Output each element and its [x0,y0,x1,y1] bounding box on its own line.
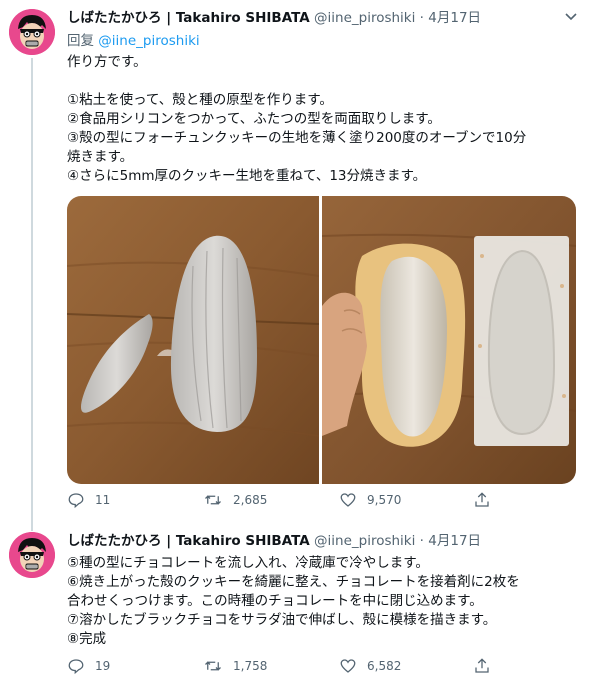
tweet-1[interactable]: しばたたかひろ | Takahiro SHIBATA @iine_piroshi… [0,0,596,515]
reply-button[interactable]: 19 [67,657,110,675]
reply-prefix: 回复 [67,33,94,49]
retweet-button[interactable]: 2,685 [203,491,267,509]
share-button[interactable] [473,491,501,509]
display-name[interactable]: しばたたかひろ | Takahiro SHIBATA [67,533,310,549]
text-line: 合わせくっつけます。この時種のチョコレートを中に閉じ込めます。 [67,593,483,609]
text-line: ⑥焼き上がった殻のクッキーを綺麗に整え、チョコレートを接着剤に2枚を [67,574,520,590]
reply-icon [68,659,84,675]
retweet-count: 1,758 [233,659,268,673]
share-icon [475,492,489,507]
separator: · [419,533,424,549]
separator: · [419,10,424,26]
media-grid [67,196,576,484]
thread-line [31,515,33,531]
like-count: 9,570 [367,493,402,507]
retweet-button[interactable]: 1,758 [203,657,267,675]
like-button[interactable]: 9,570 [339,491,401,509]
tweet-2[interactable]: しばたたかひろ | Takahiro SHIBATA @iine_piroshi… [0,515,596,685]
reply-context: 回复 @iine_piroshiki [67,32,200,50]
like-button[interactable]: 6,582 [339,657,401,675]
silicone-molds-photo[interactable] [321,196,576,484]
text-line: ⑦溶かしたブラックチョコをサラダ油で伸ばし、殻に模様を描きます。 [67,612,497,628]
retweet-icon [205,661,221,671]
reply-button[interactable]: 11 [67,491,110,509]
text-line: 作り方です。 [67,54,147,70]
heart-icon [340,659,356,673]
text-line: ③殻の型にフォーチュンクッキーの生地を薄く塗り200度のオーブンで10分 [67,130,527,146]
text-line: 焼きます。 [67,149,134,165]
chevron-down-icon[interactable] [564,11,578,25]
clay-originals-photo[interactable] [67,196,320,484]
text-line: ②食品用シリコンをつかって、ふたつの型を両面取りします。 [67,111,441,127]
tweet-text: ⑤種の型にチョコレートを流し入れ、冷蔵庫で冷やします。 ⑥焼き上がった殻のクッキ… [67,554,587,649]
tweet-actions: 19 1,758 6,582 [67,657,587,679]
user-handle[interactable]: @iine_piroshiki [314,10,415,26]
text-line: ⑤種の型にチョコレートを流し入れ、冷蔵庫で冷やします。 [67,555,429,571]
retweet-count: 2,685 [233,493,268,507]
tweet-date[interactable]: 4月17日 [428,10,481,26]
reply-count: 11 [95,493,111,507]
text-line: ①粘土を使って、殻と種の原型を作ります。 [67,92,333,108]
retweet-icon [205,495,221,505]
like-count: 6,582 [367,659,402,673]
text-line [67,72,587,91]
tweet-actions: 11 2,685 9,570 [67,491,587,513]
text-line: ⑧完成 [67,631,107,647]
share-icon [475,658,489,673]
reply-count: 19 [95,659,111,673]
tweet-date[interactable]: 4月17日 [428,533,481,549]
display-name[interactable]: しばたたかひろ | Takahiro SHIBATA [67,10,310,26]
thread-line [31,58,33,515]
reply-icon [68,493,84,509]
avatar[interactable] [9,9,55,55]
text-line: ④さらに5mm厚のクッキー生地を重ねて、13分焼きます。 [67,168,427,184]
avatar[interactable] [9,532,55,578]
share-button[interactable] [473,657,501,675]
reply-handle-link[interactable]: @iine_piroshiki [98,33,199,49]
tweet-header: しばたたかひろ | Takahiro SHIBATA @iine_piroshi… [67,9,481,27]
user-handle[interactable]: @iine_piroshiki [314,533,415,549]
tweet-text: 作り方です。 ①粘土を使って、殻と種の原型を作ります。 ②食品用シリコンをつかっ… [67,53,587,186]
tweet-header: しばたたかひろ | Takahiro SHIBATA @iine_piroshi… [67,532,481,550]
heart-icon [340,493,356,507]
